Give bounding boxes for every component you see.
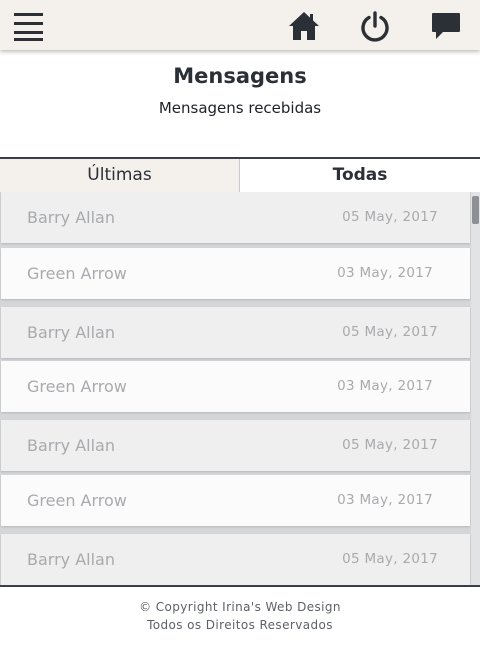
message-date: 05 May, 2017 [342,324,438,340]
message-sender: Barry Allan [27,550,115,569]
message-item[interactable]: Barry Allan 05 May, 2017 [1,534,470,585]
footer-rights: Todos os Direitos Reservados [147,618,333,632]
message-sender: Barry Allan [27,208,115,227]
page-title: Mensagens [173,64,307,88]
message-tabs: Últimas Todas [0,157,480,192]
message-sender: Green Arrow [27,377,127,396]
page-subtitle: Mensagens recebidas [158,99,322,117]
scrollbar-thumb[interactable] [472,196,479,224]
message-item[interactable]: Green Arrow 03 May, 2017 [1,475,470,526]
message-sender: Green Arrow [27,264,127,283]
message-sender: Barry Allan [27,323,115,342]
tab-ultimas[interactable]: Últimas [0,159,240,192]
message-sender: Green Arrow [27,491,127,510]
hamburger-menu-icon[interactable] [14,13,44,41]
message-item[interactable]: Barry Allan 05 May, 2017 [1,192,470,243]
message-item[interactable]: Barry Allan 05 May, 2017 [1,420,470,471]
scrollbar[interactable] [471,192,480,585]
footer-copyright: © Copyright Irina's Web Design [139,600,341,614]
home-icon[interactable] [288,10,320,42]
tab-todas[interactable]: Todas [240,159,480,192]
message-sender: Barry Allan [27,436,115,455]
message-date: 03 May, 2017 [337,265,433,281]
top-bar [0,0,480,50]
message-item[interactable]: Green Arrow 03 May, 2017 [1,361,470,412]
message-item[interactable]: Barry Allan 05 May, 2017 [1,307,470,358]
chat-bubble-icon[interactable] [430,10,462,42]
message-date: 05 May, 2017 [342,209,438,225]
message-date: 05 May, 2017 [342,437,438,453]
message-date: 03 May, 2017 [337,378,433,394]
message-item[interactable]: Green Arrow 03 May, 2017 [1,248,470,299]
message-list: Barry Allan 05 May, 2017 Green Arrow 03 … [0,192,480,585]
power-icon[interactable] [359,10,391,42]
footer: © Copyright Irina's Web Design Todos os … [0,585,480,650]
message-date: 05 May, 2017 [342,551,438,567]
message-date: 03 May, 2017 [337,492,433,508]
